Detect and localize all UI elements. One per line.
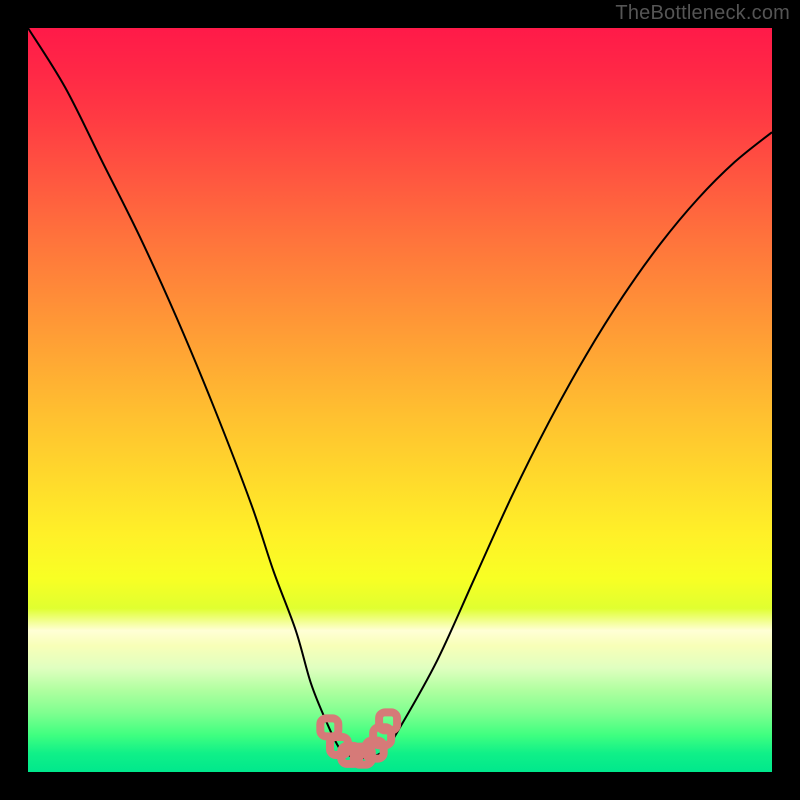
gradient-background bbox=[28, 28, 772, 772]
watermark-text: TheBottleneck.com bbox=[615, 2, 790, 25]
bottleneck-chart bbox=[0, 0, 800, 800]
chart-frame: TheBottleneck.com bbox=[0, 0, 800, 800]
